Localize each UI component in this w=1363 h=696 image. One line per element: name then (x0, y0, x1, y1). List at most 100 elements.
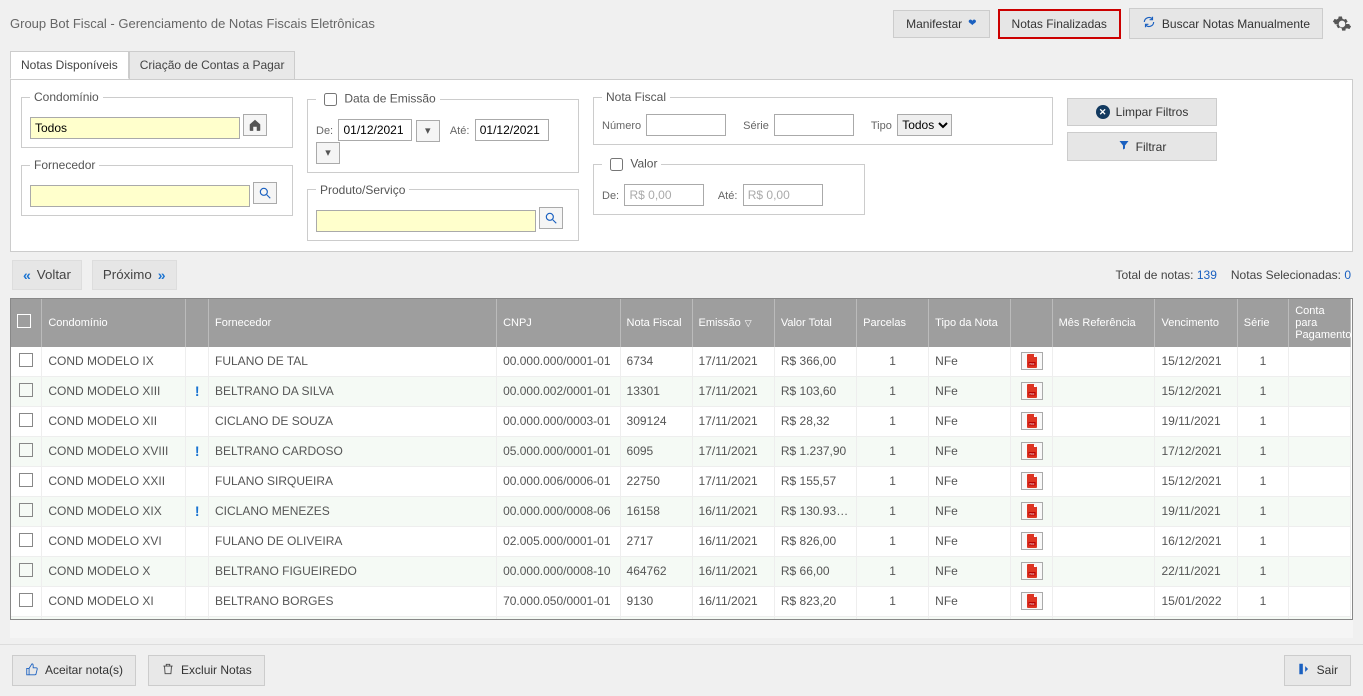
cell-warn (186, 616, 209, 620)
cell-serie: 0 (1237, 616, 1288, 620)
pdf-button[interactable]: PDF (1021, 592, 1043, 610)
aceitar-button[interactable]: Aceitar nota(s) (12, 655, 136, 686)
cell-warn (186, 556, 209, 586)
manifestar-button[interactable]: Manifestar ❤ (893, 10, 989, 38)
table-row[interactable]: COND MODELO XBELTRANO FIGUEIREDO00.000.0… (11, 556, 1351, 586)
pdf-button[interactable]: PDF (1021, 382, 1043, 400)
pdf-icon: PDF (1026, 504, 1038, 518)
thumbs-up-icon (25, 662, 39, 679)
cell-nf: 6095 (620, 436, 692, 466)
row-checkbox[interactable] (19, 533, 33, 547)
nf-numero-input[interactable] (646, 114, 726, 136)
emissao-ate-input[interactable] (475, 119, 549, 141)
col-parcelas-header[interactable]: Parcelas (857, 299, 929, 347)
col-warn-header[interactable] (186, 299, 209, 347)
pdf-button[interactable]: PDF (1021, 472, 1043, 490)
pdf-button[interactable]: PDF (1021, 442, 1043, 460)
table-row[interactable]: COND MODELO XVIFULANO DE OLIVEIRA02.005.… (11, 526, 1351, 556)
limpar-label: Limpar Filtros (1116, 105, 1189, 119)
row-checkbox[interactable] (19, 503, 33, 517)
col-valor-header[interactable]: Valor Total (774, 299, 856, 347)
table-row[interactable]: COND MODELO XXIIFULANO SIRQUEIRA00.000.0… (11, 466, 1351, 496)
cell-serie: 1 (1237, 466, 1288, 496)
total-value: 139 (1197, 268, 1217, 282)
pdf-button[interactable]: PDF (1021, 502, 1043, 520)
table-row[interactable]: COND MODELO XIX!CICLANO MENEZES00.000.00… (11, 496, 1351, 526)
col-condominio-header[interactable]: Condomínio (42, 299, 186, 347)
col-tipo-header[interactable]: Tipo da Nota (929, 299, 1011, 347)
pdf-button[interactable]: PDF (1021, 352, 1043, 370)
col-mesref-header[interactable]: Mês Referência (1052, 299, 1155, 347)
table-row[interactable]: COND MODELO IXFULANO DE TAL00.000.000/00… (11, 347, 1351, 377)
col-serie-header[interactable]: Série (1237, 299, 1288, 347)
table-row[interactable]: COND MODELO XIICICLANO DE SOUZA00.000.00… (11, 406, 1351, 436)
horizontal-scrollbar[interactable] (10, 620, 1353, 638)
row-checkbox[interactable] (19, 563, 33, 577)
col-nf-header[interactable]: Nota Fiscal (620, 299, 692, 347)
cell-warn (186, 347, 209, 377)
row-checkbox[interactable] (19, 473, 33, 487)
table-row[interactable]: COND MODELO XIBELTRANO BORGES70.000.050/… (11, 586, 1351, 616)
emissao-de-input[interactable] (338, 119, 412, 141)
cell-mesref (1052, 347, 1155, 377)
row-checkbox[interactable] (19, 353, 33, 367)
cell-serie: 1 (1237, 586, 1288, 616)
table-row[interactable]: COND MODELO XIII!BELTRANO DA SILVA00.000… (11, 376, 1351, 406)
cell-mesref (1052, 406, 1155, 436)
pdf-icon: PDF (1026, 384, 1038, 398)
emissao-de-calendar-button[interactable]: ▾ (416, 120, 440, 142)
emissao-ate-calendar-button[interactable]: ▾ (316, 142, 340, 164)
notas-finalizadas-button[interactable]: Notas Finalizadas (998, 9, 1121, 39)
proximo-button[interactable]: Próximo » (92, 260, 177, 290)
limpar-filtros-button[interactable]: ✕ Limpar Filtros (1067, 98, 1217, 126)
condominio-input[interactable] (30, 117, 240, 139)
buscar-manual-button[interactable]: Buscar Notas Manualmente (1129, 8, 1323, 39)
sair-button[interactable]: Sair (1284, 655, 1351, 686)
col-conta-header[interactable]: Conta para Pagamento (1289, 299, 1351, 347)
col-emissao-header[interactable]: Emissão▽ (692, 299, 774, 347)
filtrar-button[interactable]: Filtrar (1067, 132, 1217, 161)
fornecedor-search-button[interactable] (253, 182, 277, 204)
fornecedor-input[interactable] (30, 185, 250, 207)
nf-tipo-select[interactable]: Todos (897, 114, 952, 136)
cell-nf: 22750 (620, 466, 692, 496)
valor-de-input[interactable] (624, 184, 704, 206)
table-row[interactable]: COND MODELO XXIICICLANO FRANCISCO09.000.… (11, 616, 1351, 620)
pdf-button[interactable]: PDF (1021, 532, 1043, 550)
col-cnpj-header[interactable]: CNPJ (497, 299, 620, 347)
produto-search-button[interactable] (539, 207, 563, 229)
row-checkbox[interactable] (19, 413, 33, 427)
nf-serie-input[interactable] (774, 114, 854, 136)
row-checkbox[interactable] (19, 383, 33, 397)
valor-ate-label: Até: (718, 190, 738, 202)
pdf-icon: PDF (1026, 354, 1038, 368)
excluir-button[interactable]: Excluir Notas (148, 655, 265, 686)
pdf-button[interactable]: PDF (1021, 412, 1043, 430)
notas-finalizadas-label: Notas Finalizadas (1012, 17, 1107, 31)
settings-button[interactable] (1331, 13, 1353, 35)
cell-fornecedor: BELTRANO CARDOSO (209, 436, 497, 466)
table-row[interactable]: COND MODELO XVIII!BELTRANO CARDOSO05.000… (11, 436, 1351, 466)
pdf-button[interactable]: PDF (1021, 562, 1043, 580)
col-pdf-header[interactable] (1011, 299, 1052, 347)
cell-conta (1289, 406, 1351, 436)
row-checkbox[interactable] (19, 593, 33, 607)
cell-serie: 1 (1237, 496, 1288, 526)
tab-notas-disponiveis[interactable]: Notas Disponíveis (10, 51, 129, 79)
condominio-home-button[interactable] (243, 114, 267, 136)
col-checkbox-header[interactable] (11, 299, 42, 347)
valor-checkbox[interactable] (610, 158, 623, 171)
cell-cnpj: 09.000.000/0001-01 (497, 616, 620, 620)
cell-fornecedor: FULANO SIRQUEIRA (209, 466, 497, 496)
cell-conta (1289, 347, 1351, 377)
col-venc-header[interactable]: Vencimento (1155, 299, 1237, 347)
tab-contas-pagar[interactable]: Criação de Contas a Pagar (129, 51, 296, 79)
voltar-button[interactable]: « Voltar (12, 260, 82, 290)
cell-fornecedor: FULANO DE OLIVEIRA (209, 526, 497, 556)
produto-input[interactable] (316, 210, 536, 232)
emissao-checkbox[interactable] (324, 93, 337, 106)
notes-grid[interactable]: Condomínio Fornecedor CNPJ Nota Fiscal E… (10, 298, 1353, 620)
col-fornecedor-header[interactable]: Fornecedor (209, 299, 497, 347)
valor-ate-input[interactable] (743, 184, 823, 206)
row-checkbox[interactable] (19, 443, 33, 457)
